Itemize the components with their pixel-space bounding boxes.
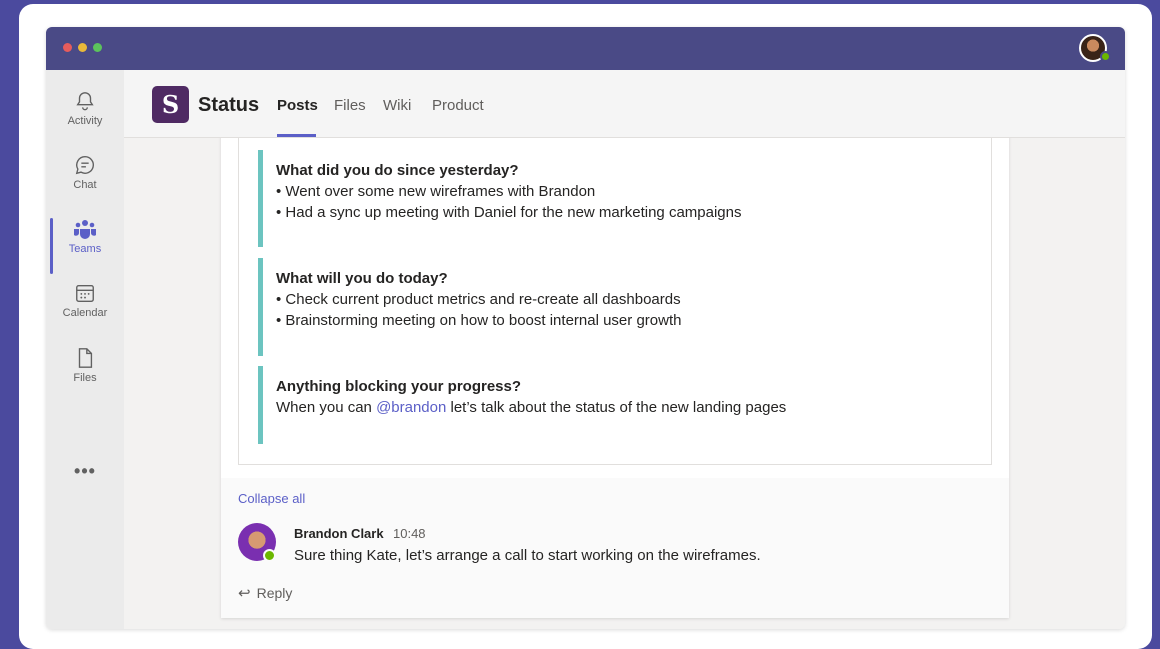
rail-item-calendar[interactable]: Calendar bbox=[46, 282, 124, 340]
standup-section-today: What will you do today? • Check current … bbox=[276, 268, 976, 331]
active-indicator bbox=[50, 218, 53, 274]
section-heading: What will you do today? bbox=[276, 270, 448, 287]
maximize-window-button[interactable] bbox=[93, 43, 102, 52]
section-line: • Went over some new wireframes with Bra… bbox=[276, 183, 596, 200]
line-prefix: When you can bbox=[276, 399, 377, 416]
title-bar bbox=[46, 27, 1125, 70]
rail-item-label: Chat bbox=[73, 179, 97, 191]
rail-item-label: Files bbox=[73, 372, 97, 384]
rail-item-teams[interactable]: Teams bbox=[46, 218, 124, 276]
rail-item-chat[interactable]: Chat bbox=[46, 154, 124, 212]
reply-label: Reply bbox=[256, 585, 293, 601]
reply-arrow-icon: ↩ bbox=[238, 585, 251, 602]
rail-item-files[interactable]: Files bbox=[46, 347, 124, 405]
standup-section-blockers: Anything blocking your progress? When yo… bbox=[276, 376, 976, 418]
section-line: When you can @brandon let’s talk about t… bbox=[276, 397, 976, 418]
active-tab-indicator bbox=[277, 134, 316, 137]
minimize-window-button[interactable] bbox=[78, 43, 87, 52]
standup-section-yesterday: What did you do since yesterday? • Went … bbox=[276, 160, 976, 223]
mention-link[interactable]: @brandon bbox=[376, 399, 446, 416]
reply-thread: Collapse all Brandon Clark 10:48 Sure th… bbox=[221, 478, 1009, 618]
chat-icon bbox=[75, 156, 94, 175]
team-logo-icon: S bbox=[152, 86, 189, 123]
rail-item-activity[interactable]: Activity bbox=[46, 90, 124, 148]
section-accent-bar bbox=[258, 150, 263, 247]
section-heading: What did you do since yesterday? bbox=[276, 162, 519, 179]
close-window-button[interactable] bbox=[63, 43, 72, 52]
tab-posts[interactable]: Posts bbox=[277, 97, 318, 114]
tab-files[interactable]: Files bbox=[334, 97, 366, 114]
file-icon bbox=[78, 348, 93, 368]
section-accent-bar bbox=[258, 366, 263, 444]
reply-author[interactable]: Brandon Clark bbox=[294, 526, 384, 541]
reply-timestamp: 10:48 bbox=[393, 526, 426, 541]
teams-icon bbox=[74, 220, 96, 239]
section-line: • Brainstorming meeting on how to boost … bbox=[276, 312, 682, 329]
collapse-all-link[interactable]: Collapse all bbox=[238, 491, 305, 506]
reply-button[interactable]: ↩ Reply bbox=[238, 584, 292, 602]
tab-wiki[interactable]: Wiki bbox=[383, 97, 411, 114]
bell-icon bbox=[76, 92, 94, 111]
line-suffix: let’s talk about the status of the new l… bbox=[446, 399, 787, 416]
reply-message: Sure thing Kate, let’s arrange a call to… bbox=[294, 547, 761, 564]
section-line: • Had a sync up meeting with Daniel for … bbox=[276, 204, 742, 221]
section-line: • Check current product metrics and re-c… bbox=[276, 291, 681, 308]
posts-feed: What did you do since yesterday? • Went … bbox=[124, 138, 1125, 629]
post-card: What did you do since yesterday? • Went … bbox=[221, 138, 1009, 618]
rail-item-label: Teams bbox=[68, 243, 102, 255]
rail-item-label: Calendar bbox=[62, 307, 108, 319]
available-status-icon bbox=[1100, 51, 1111, 62]
channel-header: S Status Posts Files Wiki Product bbox=[124, 70, 1125, 138]
app-rail: Activity Chat Teams Calendar Files ••• bbox=[46, 70, 124, 629]
calendar-icon bbox=[76, 284, 94, 302]
rail-item-label: Activity bbox=[67, 115, 103, 127]
section-accent-bar bbox=[258, 258, 263, 356]
section-heading: Anything blocking your progress? bbox=[276, 378, 522, 395]
tab-product[interactable]: Product bbox=[432, 97, 484, 114]
standup-card: What did you do since yesterday? • Went … bbox=[238, 138, 992, 465]
team-title: Status bbox=[198, 94, 260, 116]
more-apps-button[interactable]: ••• bbox=[46, 461, 124, 482]
available-status-icon bbox=[263, 549, 276, 562]
app-window: Activity Chat Teams Calendar Files ••• S… bbox=[46, 27, 1125, 629]
